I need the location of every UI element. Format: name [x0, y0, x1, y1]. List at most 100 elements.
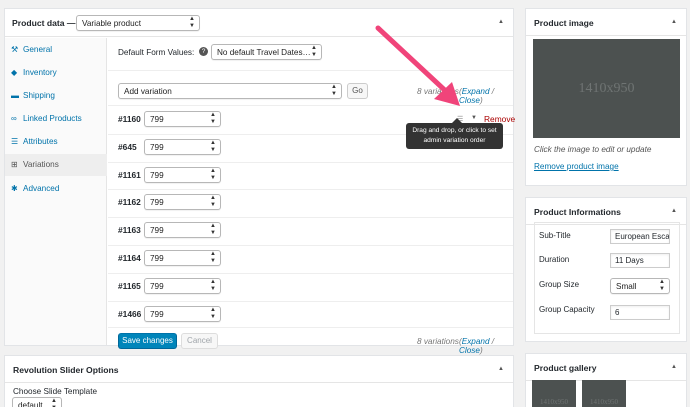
select-arrows-icon: ▲▼	[331, 84, 337, 97]
variation-select[interactable]: 799 ▲ ▼	[144, 138, 221, 155]
tab-advanced[interactable]: ✱ Advanced	[5, 178, 107, 200]
tab-general[interactable]: ⚒ General	[5, 39, 107, 61]
variation-id: #1161	[118, 169, 141, 180]
variation-value: 799	[150, 254, 164, 263]
tab-label: Advanced	[23, 184, 60, 193]
variation-select[interactable]: 799 ▲ ▼	[144, 250, 221, 266]
subtitle-field[interactable]: European Esca	[610, 229, 670, 244]
product-gallery-header: Product gallery ▲	[526, 354, 686, 381]
tab-shipping[interactable]: ▬ Shipping	[5, 85, 107, 107]
select-arrows-icon: ▲▼	[210, 251, 216, 264]
variation-select[interactable]: 799 ▲ ▼	[144, 166, 221, 183]
tab-linked-products[interactable]: ∞ Linked Products	[5, 108, 107, 130]
product-image-placeholder[interactable]: 1410x950	[533, 39, 680, 138]
add-variation-select[interactable]: Add variation ▲ ▼	[118, 83, 342, 99]
tab-label: Variations	[23, 160, 59, 169]
select-arrows-icon: ▲▼	[210, 306, 216, 320]
variation-id: #1466	[118, 308, 142, 319]
revolution-title: Revolution Slider Options	[13, 365, 119, 375]
divider	[108, 189, 513, 191]
divider	[108, 327, 513, 328]
duration-label: Duration	[539, 255, 570, 264]
gallery-thumbnail[interactable]: 1410x950	[532, 380, 576, 407]
tab-label: Inventory	[23, 68, 57, 77]
tab-inventory[interactable]: ◆ Inventory	[5, 62, 107, 84]
link-icon: ∞	[11, 114, 17, 123]
template-select[interactable]: default ▲▼	[12, 397, 62, 407]
collapse-arrow-icon[interactable]: ▲	[671, 364, 677, 370]
collapse-arrow-icon[interactable]: ▲	[498, 19, 504, 25]
tab-attributes[interactable]: ☰ Attributes	[5, 131, 107, 153]
select-arrows-icon: ▲▼	[189, 16, 195, 29]
group-size-label: Group Size	[539, 280, 580, 289]
collapse-arrow-icon[interactable]: ▲	[671, 208, 677, 214]
variation-select[interactable]: 799 ▲ ▼	[144, 222, 221, 239]
tab-label: Linked Products	[23, 114, 82, 123]
default-form-value: No default Travel Dates…	[217, 48, 311, 57]
select-arrows-icon: ▲▼	[210, 112, 216, 125]
product-image-title: Product image	[534, 18, 594, 28]
product-gallery-panel: Product gallery ▲ 1410x950 1410x950	[525, 353, 687, 407]
group-capacity-field[interactable]: 6	[610, 305, 670, 320]
default-form-select[interactable]: No default Travel Dates… ▲ ▼	[211, 44, 322, 60]
product-type-select[interactable]: Variable product ▲ ▼	[76, 15, 200, 31]
slash: /	[491, 337, 495, 346]
tab-variations[interactable]: ⊞ Variations	[5, 154, 107, 176]
select-arrows-icon: ▲▼	[51, 398, 57, 407]
product-info-table: Sub-Title European Esca Duration 11 Days…	[534, 222, 680, 334]
select-arrows-icon: ▲▼	[210, 195, 216, 209]
toggle-arrow-icon[interactable]: ▼	[471, 115, 477, 121]
grid-icon: ⊞	[11, 160, 18, 169]
variations-count-bottom: 8 variations	[417, 337, 459, 346]
save-changes-button[interactable]: Save changes	[118, 333, 177, 349]
variation-id: #1160	[118, 114, 141, 124]
collapse-arrow-icon[interactable]: ▲	[671, 19, 677, 25]
remove-product-image-link[interactable]: Remove product image	[534, 162, 619, 171]
select-arrows-icon: ▲▼	[311, 45, 317, 58]
variation-select[interactable]: 799 ▲ ▼	[144, 277, 221, 294]
variation-value: 799	[150, 309, 164, 319]
select-arrows-icon: ▲▼	[210, 223, 216, 237]
product-image-panel: Product image ▲ 1410x950 Click the image…	[525, 8, 687, 186]
cancel-button[interactable]: Cancel	[181, 333, 218, 349]
expand-link[interactable]: Expand	[462, 87, 490, 96]
collapse-arrow-icon[interactable]: ▲	[498, 366, 504, 372]
product-info-title: Product Informations	[534, 207, 621, 217]
expand-close-bottom: (Expand / Close)	[459, 337, 495, 355]
group-capacity-label: Group Capacity	[539, 305, 595, 314]
help-icon[interactable]: ?	[199, 47, 208, 56]
select-arrows-icon: ▲▼	[210, 139, 216, 153]
default-form-label: Default Form Values:	[118, 48, 195, 57]
variation-select[interactable]: 799 ▲ ▼	[144, 305, 221, 322]
wrench-icon: ⚒	[11, 45, 19, 54]
close-link[interactable]: Close	[459, 346, 480, 355]
template-value: default	[18, 401, 43, 407]
group-size-select[interactable]: Small ▲ ▼	[610, 278, 670, 294]
divider	[108, 245, 513, 246]
product-type-value: Variable product	[82, 19, 142, 28]
variation-value: 799	[150, 115, 164, 124]
variation-id: #1164	[118, 253, 141, 263]
expand-close-top: (Expand / Close)	[459, 87, 495, 105]
gallery-thumbnail[interactable]: 1410x950	[582, 380, 626, 407]
variation-id: #1165	[118, 280, 141, 291]
variation-value: 799	[150, 226, 164, 236]
go-button[interactable]: Go	[347, 83, 368, 99]
divider	[108, 161, 513, 163]
tag-icon: ◆	[11, 68, 18, 77]
tooltip-line: Drag and drop, or click to set	[412, 127, 497, 134]
variation-select[interactable]: 799 ▲ ▼	[144, 194, 221, 211]
expand-link[interactable]: Expand	[462, 337, 490, 346]
divider	[108, 217, 513, 219]
gear-icon: ✱	[11, 184, 18, 193]
product-data-title: Product data —	[12, 18, 76, 28]
drag-tooltip: Drag and drop, or click to set admin var…	[406, 118, 503, 149]
add-variation-value: Add variation	[124, 87, 172, 96]
divider	[108, 300, 513, 302]
duration-field[interactable]: 11 Days	[610, 253, 670, 268]
variation-select[interactable]: 799 ▲ ▼	[144, 111, 221, 127]
truck-icon: ▬	[11, 91, 19, 100]
annotation-arrow-icon	[375, 25, 460, 106]
variation-value: 799	[150, 281, 164, 291]
variation-id: #1163	[118, 225, 141, 236]
